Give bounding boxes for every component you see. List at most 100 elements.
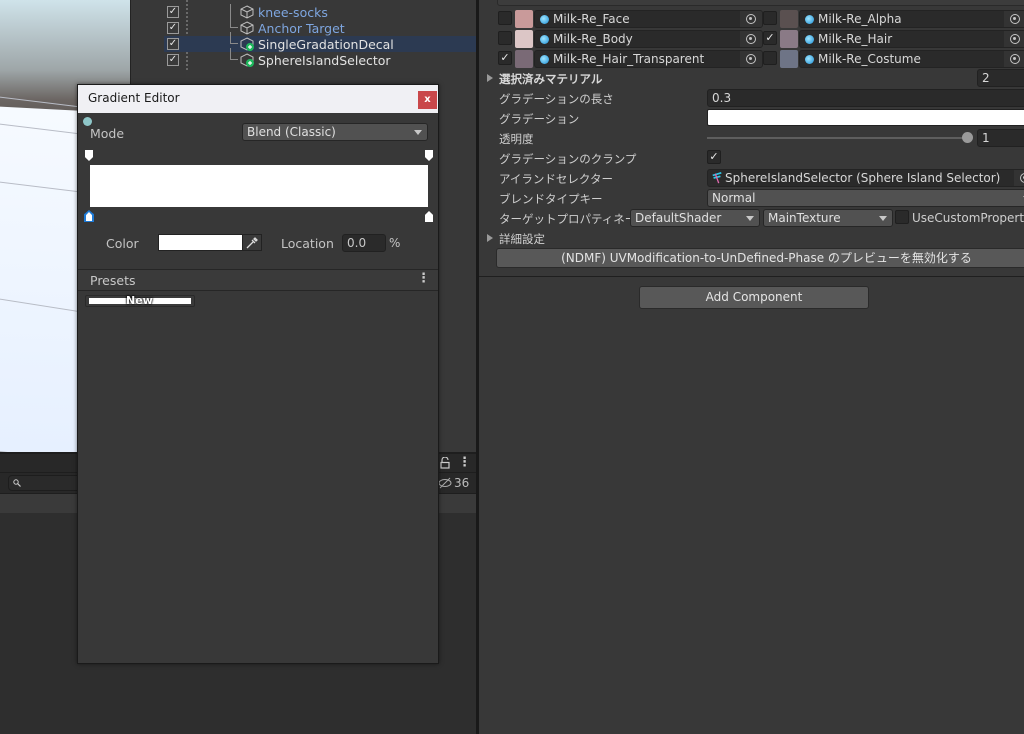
material-checkbox[interactable]: ✓ [763, 31, 777, 45]
location-unit: % [389, 236, 401, 250]
prefab-cube-icon [240, 21, 254, 35]
hidden-count: 36 [454, 476, 470, 490]
alpha-slider-knob[interactable] [962, 132, 973, 143]
presets-label: Presets [90, 273, 136, 288]
material-field[interactable]: Milk-Re_Hair [799, 30, 1024, 48]
gradation-length-field[interactable]: 0.3 [707, 89, 1024, 107]
foldout-arrow-icon[interactable] [487, 234, 493, 242]
hierarchy-item-label: SphereIslandSelector [258, 52, 391, 68]
material-icon [540, 54, 549, 64]
hierarchy-item[interactable]: ✓ Anchor Target [164, 16, 477, 36]
hidden-eye-icon[interactable] [437, 477, 453, 489]
target-texture-dropdown[interactable]: MainTexture [763, 209, 893, 227]
material-field[interactable]: Milk-Re_Face [534, 10, 763, 28]
material-field[interactable]: Milk-Re_Hair_Transparent [534, 50, 763, 68]
island-selector-field[interactable]: SphereIslandSelector (Sphere Island Sele… [707, 169, 1024, 187]
mode-label: Mode [90, 126, 125, 141]
use-custom-property-checkbox[interactable] [895, 210, 909, 224]
new-preset-button[interactable]: New [85, 294, 195, 307]
material-icon [805, 14, 814, 24]
presets-header: Presets ⋮ [78, 270, 438, 290]
object-picker-button[interactable] [1004, 11, 1024, 27]
use-custom-property-label: UseCustomProperty [912, 211, 1024, 225]
object-picker-button[interactable] [1004, 51, 1024, 67]
added-gameobject-icon [240, 37, 254, 51]
hierarchy-item-label: Anchor Target [258, 20, 345, 36]
object-picker-button[interactable] [740, 11, 762, 27]
gradation-label: グラデーション [499, 112, 580, 126]
material-thumbnail [515, 50, 533, 68]
object-picker-icon [746, 54, 756, 64]
active-checkbox[interactable]: ✓ [167, 38, 179, 50]
hierarchy-item[interactable]: ✓ knee-socks [164, 4, 491, 20]
material-checkbox[interactable] [498, 31, 512, 45]
location-field[interactable]: 0.0 [342, 234, 386, 252]
alpha-field[interactable]: 1 [977, 129, 1024, 147]
add-component-button[interactable]: Add Component [639, 286, 869, 309]
target-texture-value: MainTexture [768, 211, 841, 225]
window-title: Gradient Editor [88, 91, 180, 105]
eyedropper-button[interactable] [242, 234, 262, 251]
presets-menu-icon[interactable]: ⋮ [417, 271, 430, 286]
material-thumbnail [780, 10, 798, 28]
material-thumbnail [515, 30, 533, 48]
island-selector-label: アイランドセレクター [499, 172, 613, 186]
advanced-settings-label[interactable]: 詳細設定 [499, 231, 545, 247]
material-checkbox[interactable] [763, 51, 777, 65]
material-checkbox[interactable] [498, 11, 512, 25]
material-thumbnail [780, 30, 798, 48]
more-menu-icon[interactable]: ⋮ [458, 455, 471, 470]
prefab-cube-icon [240, 5, 254, 19]
material-icon [805, 54, 814, 64]
blend-type-label: ブレンドタイプキー [499, 192, 603, 206]
added-gameobject-icon [240, 53, 254, 67]
target-shader-value: DefaultShader [635, 211, 722, 225]
alpha-slider-track[interactable] [707, 137, 967, 139]
material-icon [540, 14, 549, 24]
selected-materials-label[interactable]: 選択済みマテリアル [499, 71, 602, 87]
material-field[interactable]: Milk-Re_Body [534, 30, 763, 48]
island-selector-value: SphereIslandSelector (Sphere Island Sele… [725, 171, 1001, 185]
object-picker-button[interactable] [1014, 170, 1024, 186]
alpha-key-marker-end[interactable] [425, 150, 433, 161]
clamp-checkbox[interactable]: ✓ [707, 150, 721, 164]
chevron-down-icon [414, 130, 422, 135]
gradation-swatch[interactable] [707, 109, 1024, 126]
gradation-length-label: グラデーションの長さ [499, 92, 614, 106]
alpha-label: 透明度 [499, 132, 534, 146]
lock-icon[interactable] [440, 457, 450, 469]
alpha-key-marker-start[interactable] [85, 150, 93, 161]
material-field[interactable]: Milk-Re_Costume [799, 50, 1024, 68]
hierarchy-item-selected[interactable]: ✓ SingleGradationDecal [164, 32, 490, 52]
object-picker-icon [1020, 173, 1024, 183]
selected-materials-count[interactable]: 2 [977, 69, 1024, 87]
hierarchy-item-label: knee-socks [258, 4, 328, 20]
blend-type-dropdown[interactable]: Normal [707, 189, 1024, 207]
object-picker-icon [1010, 14, 1020, 24]
hierarchy-item-label: SingleGradationDecal [258, 36, 394, 52]
object-picker-icon [1010, 34, 1020, 44]
mode-dropdown[interactable]: Blend (Classic) [242, 123, 428, 141]
ndmf-disable-preview-button[interactable]: (NDMF) UVModification-to-UnDefined-Phase… [496, 248, 1024, 268]
active-checkbox[interactable]: ✓ [167, 22, 179, 34]
material-checkbox[interactable] [763, 11, 777, 25]
target-shader-dropdown[interactable]: DefaultShader [630, 209, 760, 227]
gradient-editor-titlebar[interactable]: Gradient Editor x [78, 85, 438, 113]
active-checkbox[interactable]: ✓ [167, 6, 179, 18]
object-picker-button[interactable] [740, 31, 762, 47]
object-picker-button[interactable] [1004, 31, 1024, 47]
gradient-preview[interactable] [90, 165, 428, 207]
color-key-marker-end[interactable] [425, 211, 433, 222]
material-name: Milk-Re_Body [553, 32, 633, 46]
foldout-arrow-icon[interactable] [487, 74, 493, 82]
object-picker-icon [1010, 54, 1020, 64]
hierarchy-item[interactable]: ✓ SphereIslandSelector [164, 48, 490, 68]
chevron-down-icon [879, 216, 887, 221]
material-field[interactable]: Milk-Re_Alpha [799, 10, 1024, 28]
active-checkbox[interactable]: ✓ [167, 54, 179, 66]
material-checkbox[interactable]: ✓ [498, 51, 512, 65]
material-thumbnail [515, 10, 533, 28]
close-button[interactable]: x [418, 91, 437, 109]
object-picker-button[interactable] [740, 51, 762, 67]
material-name: Milk-Re_Hair_Transparent [553, 52, 705, 66]
